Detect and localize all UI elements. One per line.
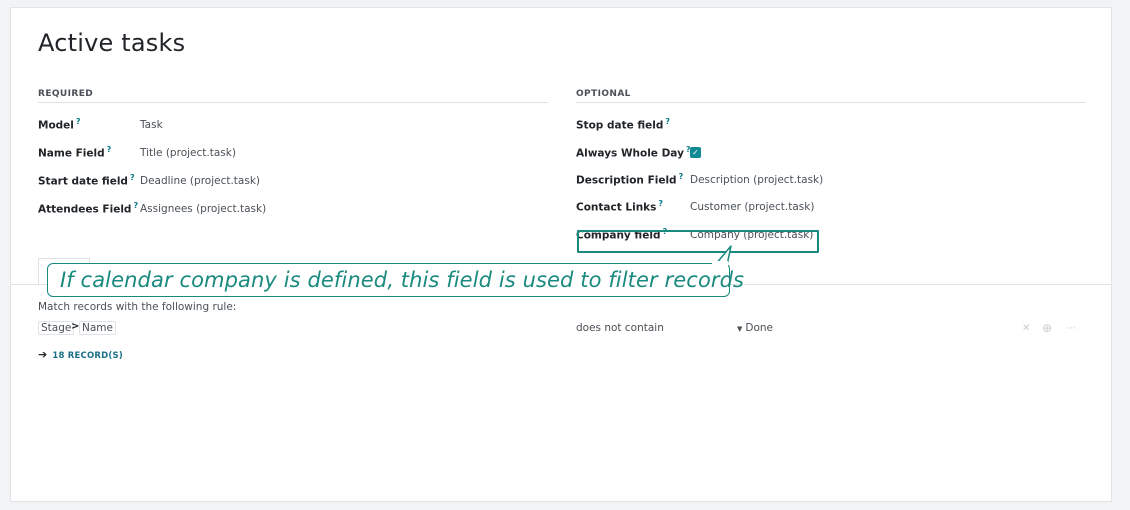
- close-icon[interactable]: ✕: [1022, 323, 1030, 334]
- add-icon[interactable]: ⊕: [1042, 321, 1052, 335]
- field-label: Name Field?: [38, 145, 112, 160]
- records-count: 18 RECORD(S): [52, 351, 123, 361]
- help-icon[interactable]: ?: [107, 145, 112, 154]
- caret-down-icon: ▼: [737, 325, 743, 333]
- callout-tooltip: If calendar company is defined, this fie…: [47, 263, 744, 297]
- company-field-highlight: [577, 230, 819, 253]
- always-whole-day-checkbox[interactable]: ✓: [690, 147, 701, 158]
- page-title: Active tasks: [38, 29, 186, 57]
- help-icon[interactable]: ?: [665, 117, 670, 126]
- help-icon[interactable]: ?: [76, 117, 81, 126]
- domain-value-select[interactable]: ▼ Done: [737, 322, 773, 334]
- field-label: Contact Links?: [576, 199, 664, 214]
- optional-section-heading: OPTIONAL: [576, 89, 1086, 103]
- help-icon[interactable]: ?: [658, 199, 663, 208]
- field-label: Attendees Field?: [38, 201, 139, 216]
- field-label: Description Field?: [576, 172, 684, 187]
- help-icon[interactable]: ?: [679, 172, 684, 181]
- domain-path-stage[interactable]: Stage: [38, 321, 75, 335]
- records-link[interactable]: ➔ 18 RECORD(S): [38, 348, 123, 361]
- help-icon[interactable]: ?: [130, 173, 135, 182]
- arrow-right-icon: ➔: [38, 348, 48, 361]
- name-field-value[interactable]: Title (project.task): [140, 147, 236, 159]
- field-label: Stop date field?: [576, 117, 671, 132]
- required-section-heading: REQUIRED: [38, 89, 548, 103]
- description-field-value[interactable]: Description (project.task): [690, 174, 823, 186]
- callout-text: If calendar company is defined, this fie…: [60, 268, 745, 292]
- domain-value: Done: [745, 322, 774, 334]
- field-label: Always Whole Day?: [576, 145, 691, 160]
- help-icon[interactable]: ?: [133, 201, 138, 210]
- domain-operator[interactable]: does not contain: [576, 322, 664, 334]
- more-icon[interactable]: ⋯: [1066, 323, 1076, 334]
- start-date-value[interactable]: Deadline (project.task): [140, 175, 260, 187]
- form-sheet: Active tasks REQUIRED Model? Task Name F…: [10, 7, 1112, 502]
- attendees-value[interactable]: Assignees (project.task): [140, 203, 266, 215]
- field-label: Model?: [38, 117, 81, 132]
- field-label: Start date field?: [38, 173, 135, 188]
- callout-pointer-mask: [712, 261, 728, 267]
- model-value[interactable]: Task: [140, 119, 163, 131]
- domain-intro: Match records with the following rule:: [38, 301, 237, 313]
- domain-path-name[interactable]: Name: [79, 321, 116, 335]
- contact-links-value[interactable]: Customer (project.task): [690, 201, 814, 213]
